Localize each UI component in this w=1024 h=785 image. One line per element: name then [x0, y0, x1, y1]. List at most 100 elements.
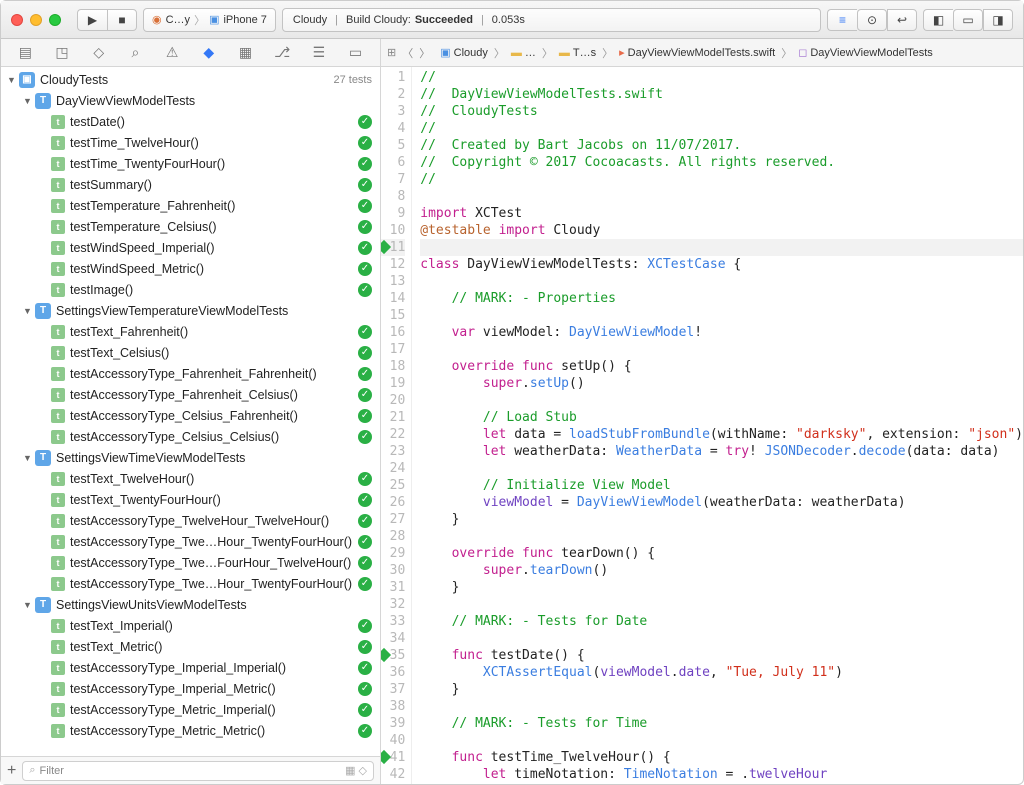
tree-row[interactable]: ttestText_TwentyFourHour()✓: [1, 489, 380, 510]
toggle-left-panel-button[interactable]: ◧: [923, 9, 953, 31]
standard-editor-button[interactable]: ≡: [827, 9, 857, 31]
tree-row[interactable]: ▼TSettingsViewUnitsViewModelTests: [1, 594, 380, 615]
tree-row[interactable]: ttestSummary()✓: [1, 174, 380, 195]
tree-row[interactable]: ttestText_Fahrenheit()✓: [1, 321, 380, 342]
tree-row[interactable]: ttestTemperature_Celsius()✓: [1, 216, 380, 237]
test-passed-icon: ✓: [358, 472, 372, 486]
tree-row[interactable]: ttestAccessoryType_TwelveHour_TwelveHour…: [1, 510, 380, 531]
tree-row[interactable]: ▼▣CloudyTests27 tests: [1, 69, 380, 90]
test-count: 27 tests: [333, 74, 372, 86]
breadcrumb-project[interactable]: ▣Cloudy: [438, 46, 490, 59]
test-passed-icon: ✓: [358, 178, 372, 192]
filter-bar: + ⌕ Filter ▦ ◇: [1, 756, 380, 784]
test-passed-icon: ✓: [358, 556, 372, 570]
tree-row[interactable]: ttestAccessoryType_Twe…FourHour_TwelveHo…: [1, 552, 380, 573]
test-method-icon: t: [51, 409, 65, 423]
source-control-nav-icon[interactable]: ◳: [53, 44, 71, 61]
tree-label: testAccessoryType_Metric_Metric(): [70, 724, 358, 738]
tree-row[interactable]: ttestText_Celsius()✓: [1, 342, 380, 363]
nav-back-button[interactable]: 〈: [402, 45, 413, 61]
tree-row[interactable]: ttestAccessoryType_Fahrenheit_Celsius()✓: [1, 384, 380, 405]
test-navigator-tree: ▼▣CloudyTests27 tests▼TDayViewViewModelT…: [1, 67, 380, 756]
disclosure-triangle-icon[interactable]: ▼: [23, 600, 33, 610]
issue-nav-icon[interactable]: ⚠: [163, 44, 181, 61]
minimize-window-icon[interactable]: [30, 14, 42, 26]
test-passed-icon: ✓: [358, 535, 372, 549]
tree-row[interactable]: ttestAccessoryType_Celsius_Celsius()✓: [1, 426, 380, 447]
tree-row[interactable]: ttestAccessoryType_Celsius_Fahrenheit()✓: [1, 405, 380, 426]
tree-label: testWindSpeed_Imperial(): [70, 241, 358, 255]
tree-row[interactable]: ttestWindSpeed_Metric()✓: [1, 258, 380, 279]
nav-forward-button[interactable]: 〉: [419, 45, 430, 61]
tree-row[interactable]: ttestAccessoryType_Metric_Metric()✓: [1, 720, 380, 741]
tree-row[interactable]: ttestAccessoryType_Imperial_Metric()✓: [1, 678, 380, 699]
filter-input[interactable]: ⌕ Filter ▦ ◇: [22, 761, 374, 781]
run-button[interactable]: ▶: [77, 9, 107, 31]
log-nav-icon[interactable]: ▭: [347, 44, 365, 61]
tree-row[interactable]: ttestTime_TwelveHour()✓: [1, 132, 380, 153]
test-method-icon: t: [51, 703, 65, 717]
test-diamond-icon[interactable]: [381, 240, 391, 254]
add-button[interactable]: +: [7, 762, 16, 780]
tree-row[interactable]: ttestWindSpeed_Imperial()✓: [1, 237, 380, 258]
tree-row[interactable]: ▼TDayViewViewModelTests: [1, 90, 380, 111]
disclosure-triangle-icon[interactable]: ▼: [23, 453, 33, 463]
test-diamond-icon[interactable]: [381, 750, 391, 764]
code-editor[interactable]: 1234567891011121314151617181920212223242…: [381, 67, 1023, 784]
tree-row[interactable]: ▼TSettingsViewTemperatureViewModelTests: [1, 300, 380, 321]
tree-row[interactable]: ttestText_Imperial()✓: [1, 615, 380, 636]
tree-row[interactable]: ttestTime_TwentyFourHour()✓: [1, 153, 380, 174]
test-passed-icon: ✓: [358, 367, 372, 381]
breadcrumb-symbol[interactable]: ◻DayViewViewModelTests: [796, 46, 935, 59]
find-nav-icon[interactable]: ⌕: [126, 44, 144, 61]
symbol-nav-icon[interactable]: ◇: [90, 44, 108, 61]
tree-row[interactable]: ttestTemperature_Fahrenheit()✓: [1, 195, 380, 216]
tree-row[interactable]: ttestDate()✓: [1, 111, 380, 132]
zoom-window-icon[interactable]: [49, 14, 61, 26]
breadcrumb-folder-2[interactable]: ▬T…s: [557, 47, 598, 59]
disclosure-triangle-icon[interactable]: ▼: [23, 96, 33, 106]
test-method-icon: t: [51, 283, 65, 297]
assistant-editor-button[interactable]: ⊙: [857, 9, 887, 31]
test-passed-icon: ✓: [358, 430, 372, 444]
related-items-icon[interactable]: ⊞: [387, 46, 396, 59]
tree-row[interactable]: ttestAccessoryType_Fahrenheit_Fahrenheit…: [1, 363, 380, 384]
project-nav-icon[interactable]: ▤: [16, 44, 34, 61]
tree-label: testText_TwelveHour(): [70, 472, 358, 486]
tree-row[interactable]: ▼TSettingsViewTimeViewModelTests: [1, 447, 380, 468]
debug-nav-icon[interactable]: ▦: [236, 44, 254, 61]
test-passed-icon: ✓: [358, 157, 372, 171]
tree-row[interactable]: ttestAccessoryType_Twe…Hour_TwentyFourHo…: [1, 573, 380, 594]
close-window-icon[interactable]: [11, 14, 23, 26]
tree-row[interactable]: ttestAccessoryType_Metric_Imperial()✓: [1, 699, 380, 720]
toggle-right-panel-button[interactable]: ◨: [983, 9, 1013, 31]
test-nav-icon[interactable]: ◆: [200, 44, 218, 61]
scheme-selector[interactable]: ◉ C…y 〉 ▣ iPhone 7: [143, 8, 276, 32]
test-class-icon: T: [35, 93, 51, 109]
version-editor-button[interactable]: ↩: [887, 9, 917, 31]
disclosure-triangle-icon[interactable]: ▼: [23, 306, 33, 316]
tree-row[interactable]: ttestAccessoryType_Twe…Hour_TwentyFourHo…: [1, 531, 380, 552]
test-passed-icon: ✓: [358, 703, 372, 717]
tree-row[interactable]: ttestImage()✓: [1, 279, 380, 300]
tree-label: testDate(): [70, 115, 358, 129]
test-method-icon: t: [51, 220, 65, 234]
stop-button[interactable]: ■: [107, 9, 137, 31]
activity-status: Cloudy | Build Cloudy: Succeeded | 0.053…: [282, 8, 821, 32]
breadcrumb-folder[interactable]: ▬…: [509, 47, 538, 59]
run-stop-group: ▶ ■: [77, 9, 137, 31]
disclosure-triangle-icon[interactable]: ▼: [7, 75, 17, 85]
tree-row[interactable]: ttestText_Metric()✓: [1, 636, 380, 657]
tree-row[interactable]: t testText_TwelveHour()✓: [1, 468, 380, 489]
test-method-icon: t: [51, 472, 65, 486]
toggle-bottom-panel-button[interactable]: ▭: [953, 9, 983, 31]
breadcrumb-file[interactable]: ▸DayViewViewModelTests.swift: [617, 46, 777, 59]
test-passed-icon: ✓: [358, 283, 372, 297]
tree-row[interactable]: ttestAccessoryType_Imperial_Imperial()✓: [1, 657, 380, 678]
tree-label: testText_Metric(): [70, 640, 358, 654]
test-diamond-icon[interactable]: [381, 648, 391, 662]
report-nav-icon[interactable]: ☰: [310, 44, 328, 61]
source-text[interactable]: //// DayViewViewModelTests.swift// Cloud…: [412, 67, 1023, 784]
breakpoint-nav-icon[interactable]: ⎇: [273, 44, 291, 61]
editor-area: ⊞ 〈 〉 ▣Cloudy 〉 ▬… 〉 ▬T…s 〉 ▸DayViewView…: [381, 39, 1023, 784]
